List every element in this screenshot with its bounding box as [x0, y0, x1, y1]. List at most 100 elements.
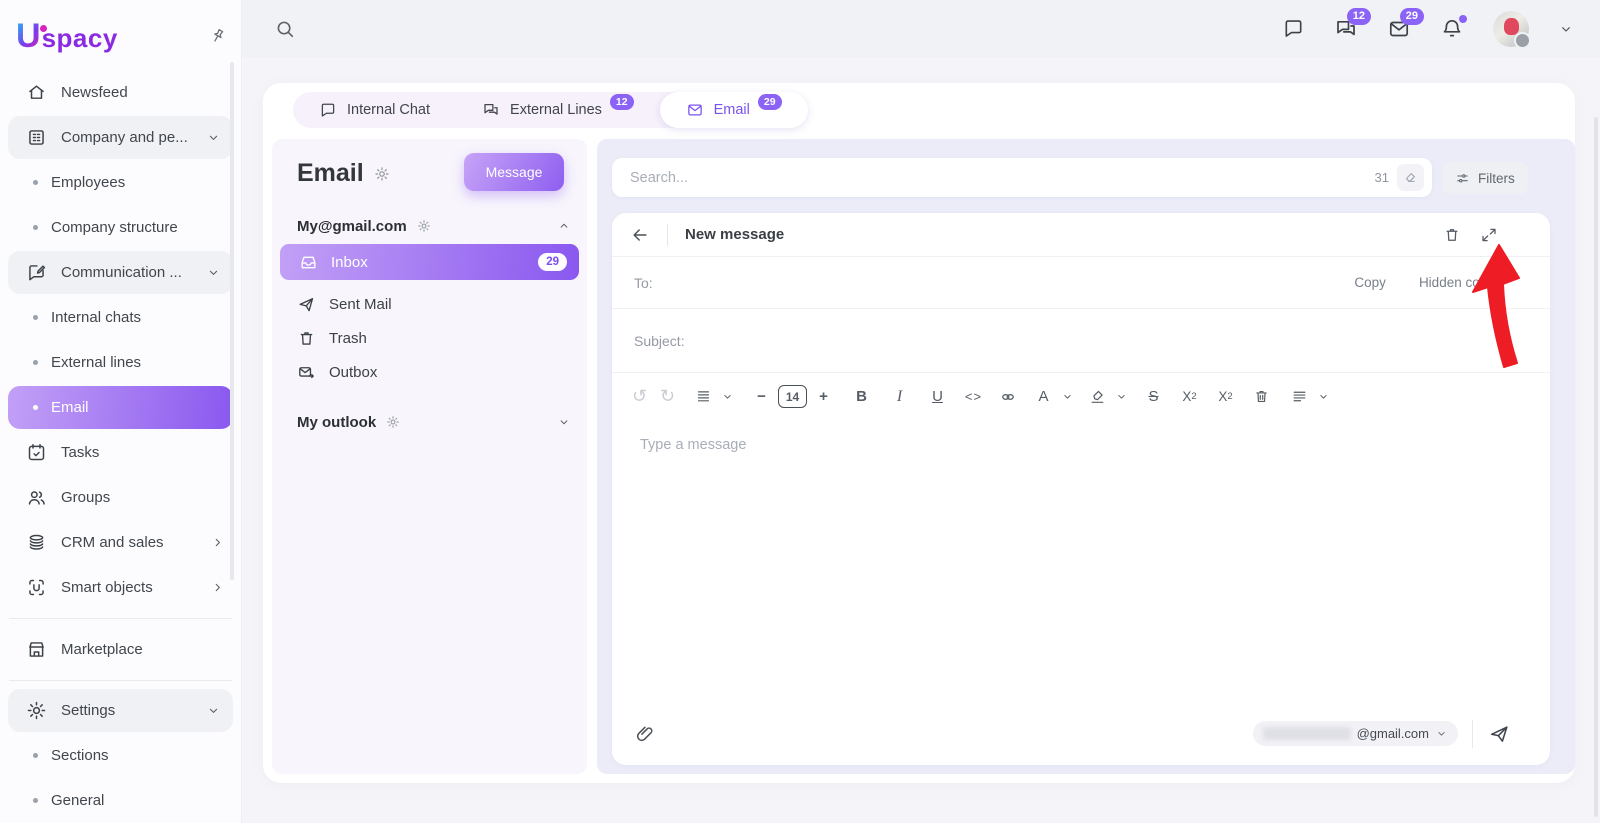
folder-inbox[interactable]: Inbox 29	[280, 244, 579, 280]
sidebar-item-groups[interactable]: Groups	[0, 475, 241, 520]
to-label: To:	[634, 275, 653, 291]
sidebar-nav: Newsfeed Company and pe... Employees Com…	[0, 64, 241, 823]
sidebar-item-label: Marketplace	[61, 641, 143, 658]
sidebar-item-label: Employees	[51, 174, 125, 191]
font-size-value[interactable]: 14	[778, 385, 807, 408]
delete-draft-icon[interactable]	[1443, 226, 1461, 244]
sidebar-item-marketplace[interactable]: Marketplace	[0, 627, 241, 672]
chevron-down-icon[interactable]	[557, 415, 571, 429]
comment-icon[interactable]	[1282, 17, 1305, 40]
code-button[interactable]: <>	[962, 383, 985, 411]
sidebar-item-employees[interactable]: Employees	[0, 160, 241, 205]
sidebar-item-communication[interactable]: Communication ...	[8, 251, 233, 294]
strikethrough-button[interactable]: S	[1142, 383, 1165, 411]
undo-icon[interactable]: ↺	[628, 383, 651, 411]
sidebar-item-email[interactable]: Email	[8, 386, 233, 429]
pin-sidebar-icon[interactable]	[208, 27, 227, 46]
chevron-down-icon[interactable]	[1060, 383, 1075, 411]
hidden-copy-link[interactable]: Hidden copy	[1419, 275, 1494, 290]
superscript-button[interactable]: X2	[1214, 383, 1237, 411]
profile-chevron-down-icon[interactable]	[1558, 21, 1574, 37]
highlight-color-icon[interactable]	[1086, 383, 1109, 411]
sidebar-item-crm[interactable]: CRM and sales	[0, 520, 241, 565]
gear-icon[interactable]	[374, 166, 390, 182]
sidebar-item-internal-chats[interactable]: Internal chats	[0, 295, 241, 340]
tab-label: Internal Chat	[347, 102, 430, 118]
new-message-button[interactable]: Message	[464, 153, 564, 191]
from-account-select[interactable]: @gmail.com	[1253, 721, 1458, 746]
folder-sent[interactable]: Sent Mail	[297, 289, 392, 319]
link-icon[interactable]	[996, 383, 1019, 411]
account-gmail[interactable]: My@gmail.com	[297, 211, 571, 241]
subscript-button[interactable]: X2	[1178, 383, 1201, 411]
chats-icon[interactable]: 12	[1334, 17, 1358, 41]
chevron-down-icon	[206, 703, 221, 718]
sidebar-item-label: Newsfeed	[61, 84, 128, 101]
sidebar-item-label: Smart objects	[61, 579, 153, 596]
chevron-down-icon[interactable]	[1316, 383, 1331, 411]
sidebar-item-external-lines[interactable]: External lines	[0, 340, 241, 385]
sidebar-item-label: Company structure	[51, 219, 178, 236]
clear-search-icon[interactable]	[1397, 164, 1424, 191]
avatar[interactable]	[1493, 11, 1529, 47]
underline-button[interactable]: U	[926, 383, 949, 411]
compose-title: New message	[685, 226, 784, 243]
tab-badge: 12	[610, 94, 634, 111]
sidebar-item-smart-objects[interactable]: Smart objects	[0, 565, 241, 610]
bullet-icon	[33, 180, 38, 185]
folder-trash[interactable]: Trash	[297, 323, 367, 353]
font-size-increase[interactable]: +	[812, 383, 835, 411]
store-icon	[26, 639, 47, 660]
send-button[interactable]	[1488, 723, 1510, 745]
chevron-down-icon[interactable]	[720, 383, 735, 411]
filters-button[interactable]: Filters	[1442, 162, 1528, 194]
sidebar-item-company-structure[interactable]: Company structure	[0, 205, 241, 250]
sidebar-item-newsfeed[interactable]: Newsfeed	[0, 70, 241, 115]
mail-badge: 29	[1400, 8, 1424, 25]
sidebar-item-settings[interactable]: Settings	[8, 689, 233, 732]
line-height-icon[interactable]	[692, 383, 715, 411]
mail-icon[interactable]: 29	[1387, 17, 1411, 41]
bold-button[interactable]: B	[850, 383, 873, 411]
tab-email[interactable]: Email 29	[660, 92, 808, 128]
chevron-right-icon	[210, 535, 225, 550]
redo-icon[interactable]: ↻	[656, 383, 679, 411]
bell-icon[interactable]	[1440, 17, 1464, 41]
folder-outbox[interactable]: Outbox	[297, 357, 377, 387]
subject-input[interactable]	[697, 332, 1516, 350]
copy-link[interactable]: Copy	[1354, 275, 1386, 290]
clear-format-icon[interactable]	[1250, 383, 1273, 411]
calendar-check-icon	[26, 442, 47, 463]
gear-icon[interactable]	[417, 219, 431, 233]
sidebar-item-sections[interactable]: Sections	[0, 733, 241, 778]
chevron-down-icon[interactable]	[1114, 383, 1129, 411]
italic-button[interactable]: I	[888, 383, 911, 411]
email-module-card: Internal Chat External Lines 12 Email 29…	[263, 83, 1575, 783]
account-outlook[interactable]: My outlook	[297, 407, 571, 437]
font-size-decrease[interactable]: −	[750, 383, 773, 411]
tab-internal-chat[interactable]: Internal Chat	[293, 92, 456, 128]
tab-badge: 29	[758, 94, 782, 111]
tab-external-lines[interactable]: External Lines 12	[456, 92, 660, 128]
uspacy-logo[interactable]: U spacy	[16, 19, 118, 54]
gear-icon[interactable]	[386, 415, 400, 429]
to-input[interactable]	[665, 274, 1343, 292]
search-icon[interactable]	[274, 18, 296, 40]
header-divider	[667, 224, 668, 246]
expand-icon[interactable]	[1480, 226, 1498, 244]
text-color-button[interactable]: A	[1032, 383, 1055, 411]
attach-file-icon[interactable]	[634, 723, 655, 744]
cc-bcc-links: Copy Hidden copy	[1354, 275, 1494, 290]
page-scrollbar[interactable]	[1594, 117, 1598, 817]
chevron-up-icon[interactable]	[557, 219, 571, 233]
sidebar-item-tasks[interactable]: Tasks	[0, 430, 241, 475]
sidebar-item-label: CRM and sales	[61, 534, 164, 551]
align-icon[interactable]	[1288, 383, 1311, 411]
search-input[interactable]	[628, 169, 1375, 187]
back-arrow-icon[interactable]	[630, 225, 650, 245]
sidebar-item-company[interactable]: Company and pe...	[8, 116, 233, 159]
sidebar-item-label: Email	[51, 399, 89, 416]
sidebar-item-general[interactable]: General	[0, 778, 241, 823]
sidebar-scrollbar[interactable]	[230, 62, 234, 580]
message-body[interactable]: Type a message	[612, 420, 1550, 702]
